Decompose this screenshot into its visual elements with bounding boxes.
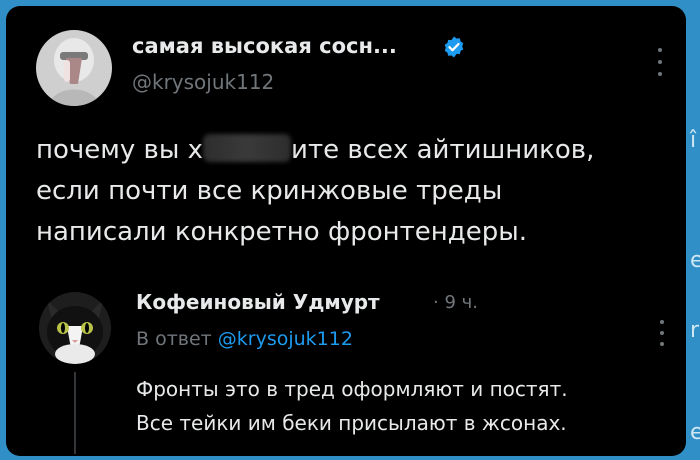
post-line: написали конкретно фронтендеры. — [36, 217, 528, 247]
reply-author-name[interactable]: Кофеиновый Удмурт — [136, 290, 380, 314]
replying-to-label: В ответ — [136, 328, 212, 350]
edge-glyph: e — [690, 248, 700, 273]
edge-glyph: î — [690, 128, 697, 153]
verified-badge-icon — [444, 36, 464, 58]
reply-line: Фронты это в тред оформляют и постят. — [136, 377, 568, 401]
edge-glyph: r — [690, 318, 700, 343]
author-handle[interactable]: @krysojuk112 — [132, 70, 274, 94]
more-options-icon[interactable] — [656, 320, 668, 346]
thread-connector-line — [74, 372, 76, 454]
post-line: если почти все кринжовые треды — [36, 176, 503, 206]
edge-glyph: e — [690, 420, 700, 445]
author-avatar[interactable] — [36, 30, 112, 106]
reply-author-avatar[interactable] — [39, 292, 111, 364]
more-options-icon[interactable] — [654, 48, 666, 76]
author-name[interactable]: самая высокая сосн... — [132, 34, 397, 58]
reply-line: Все тейки им беки присылают в жсонах. — [136, 411, 567, 435]
redacted-word — [203, 134, 292, 162]
tweet-card: самая высокая сосн... @krysojuk112 почем… — [6, 6, 686, 456]
post-line: почему вы х ите всех айтишников, — [36, 134, 595, 165]
reply-body: Фронты это в тред оформляют и постят. Вс… — [136, 372, 681, 440]
reply-timestamp[interactable]: · 9 ч. — [433, 292, 478, 313]
reply-mention-link[interactable]: @krysojuk112 — [218, 328, 353, 350]
replying-to-line: В ответ @krysojuk112 — [136, 328, 353, 350]
post-body: почему вы х ите всех айтишников, если поч… — [36, 130, 676, 253]
